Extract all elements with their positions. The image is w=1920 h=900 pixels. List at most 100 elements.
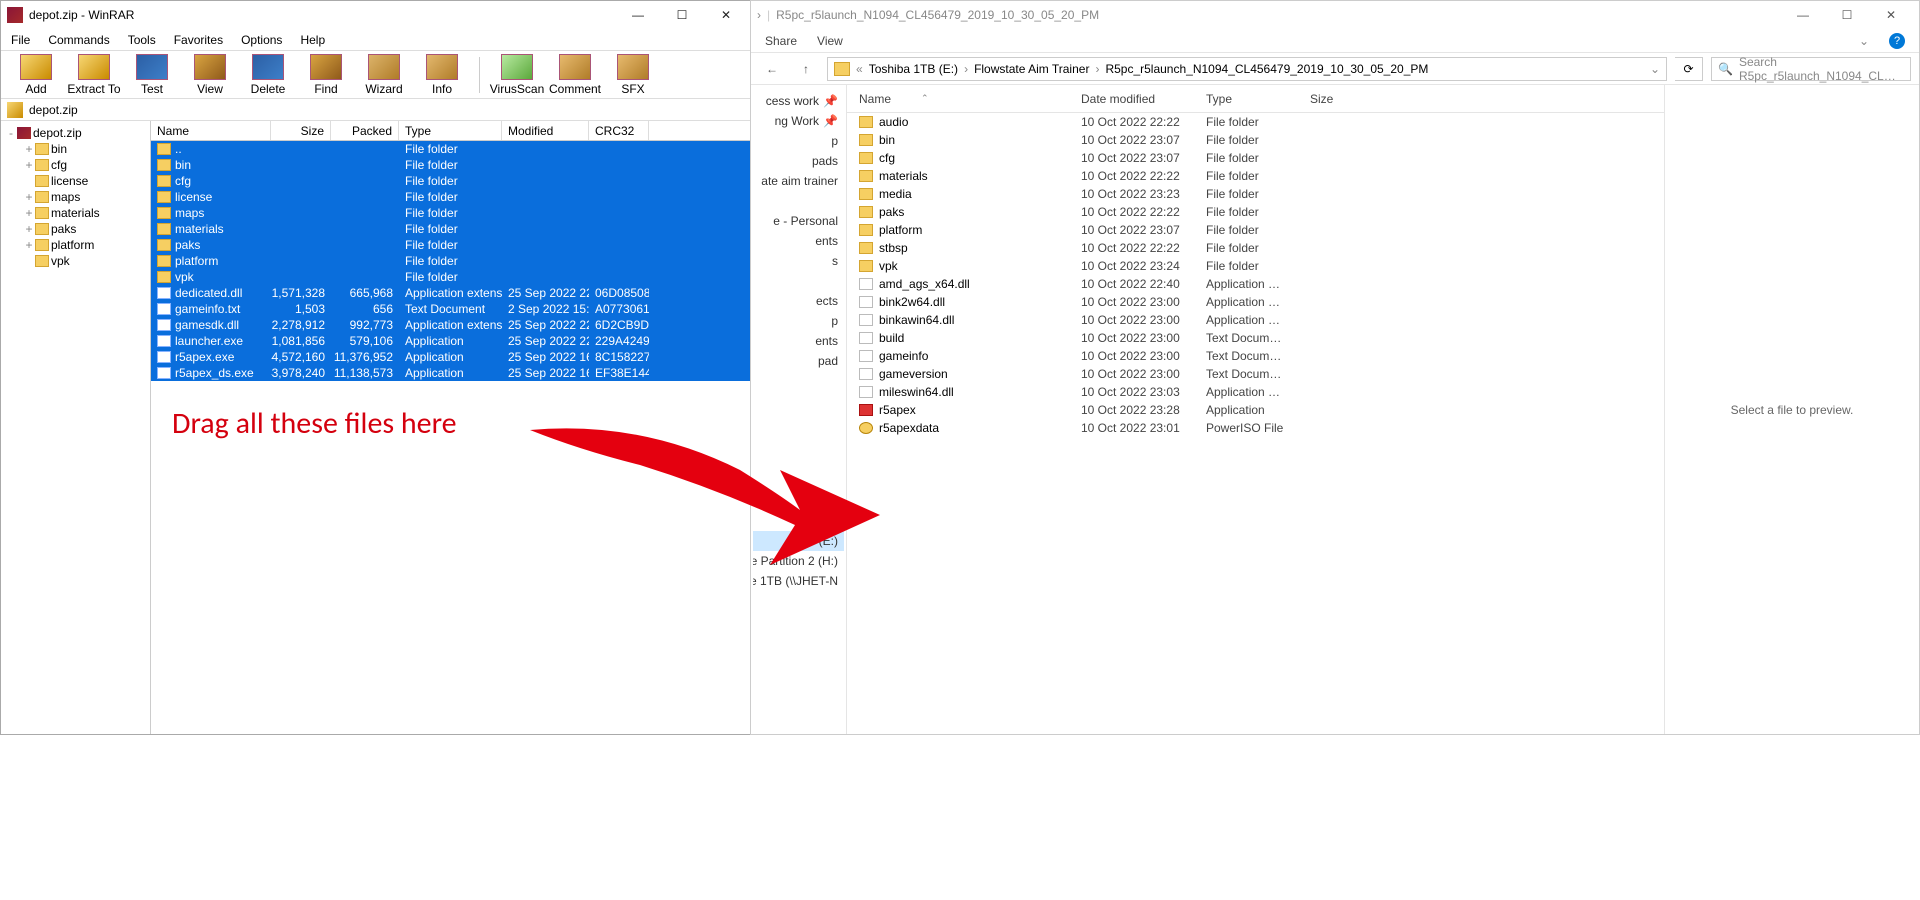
- toolbar-info[interactable]: Info: [415, 54, 469, 96]
- list-item[interactable]: mileswin64.dll10 Oct 2022 23:03Applicati…: [847, 383, 1664, 401]
- explorer-list-header[interactable]: Name⌃ Date modified Type Size: [847, 85, 1664, 113]
- col-size[interactable]: Size: [271, 121, 331, 140]
- list-item[interactable]: paks10 Oct 2022 22:22File folder: [847, 203, 1664, 221]
- menu-options[interactable]: Options: [241, 33, 282, 47]
- toolbar-sfx[interactable]: SFX: [606, 54, 660, 96]
- tree-item[interactable]: +materials: [3, 205, 148, 221]
- list-item[interactable]: materials10 Oct 2022 22:22File folder: [847, 167, 1664, 185]
- col-name[interactable]: Name: [151, 121, 271, 140]
- sidebar-item[interactable]: [753, 191, 844, 211]
- toolbar-find[interactable]: Find: [299, 54, 353, 96]
- winrar-titlebar[interactable]: depot.zip - WinRAR — ☐ ✕: [1, 1, 754, 29]
- list-item[interactable]: audio10 Oct 2022 22:22File folder: [847, 113, 1664, 131]
- maximize-button[interactable]: ☐: [660, 1, 704, 29]
- sidebar-item[interactable]: [753, 271, 844, 291]
- menu-help[interactable]: Help: [300, 33, 325, 47]
- list-item[interactable]: r5apexdata10 Oct 2022 23:01PowerISO File: [847, 419, 1664, 437]
- list-item[interactable]: dedicated.dll1,571,328665,968Application…: [151, 285, 754, 301]
- search-input[interactable]: 🔍 Search R5pc_r5launch_N1094_CL…: [1711, 57, 1911, 81]
- tab-share[interactable]: Share: [765, 34, 797, 48]
- close-button[interactable]: ✕: [704, 1, 748, 29]
- list-item[interactable]: binFile folder: [151, 157, 754, 173]
- sidebar-item[interactable]: ents: [753, 231, 844, 251]
- list-item[interactable]: gamesdk.dll2,278,912992,773Application e…: [151, 317, 754, 333]
- list-item[interactable]: r5apex_ds.exe43,978,24011,138,573Applica…: [151, 365, 754, 381]
- col-packed[interactable]: Packed: [331, 121, 399, 140]
- sidebar-item[interactable]: ects: [753, 291, 844, 311]
- col-type[interactable]: Type: [1194, 92, 1298, 106]
- list-item[interactable]: materialsFile folder: [151, 221, 754, 237]
- list-item[interactable]: amd_ags_x64.dll10 Oct 2022 22:40Applicat…: [847, 275, 1664, 293]
- col-size[interactable]: Size: [1298, 92, 1358, 106]
- tree-item[interactable]: +bin: [3, 141, 148, 157]
- sidebar-item[interactable]: ng Work 📌: [753, 111, 844, 131]
- list-item[interactable]: launcher.exe1,081,856579,106Application2…: [151, 333, 754, 349]
- list-item[interactable]: bink2w64.dll10 Oct 2022 23:00Application…: [847, 293, 1664, 311]
- tree-item[interactable]: vpk: [3, 253, 148, 269]
- sidebar-item[interactable]: e - Personal: [753, 211, 844, 231]
- menu-tools[interactable]: Tools: [128, 33, 156, 47]
- tree-item[interactable]: +cfg: [3, 157, 148, 173]
- sidebar-item[interactable]: pad: [753, 351, 844, 371]
- minimize-button[interactable]: —: [1781, 1, 1825, 29]
- toolbar-wizard[interactable]: Wizard: [357, 54, 411, 96]
- breadcrumb[interactable]: « Toshiba 1TB (E:) › Flowstate Aim Train…: [827, 57, 1667, 81]
- up-icon[interactable]: [7, 102, 23, 118]
- explorer-rows[interactable]: audio10 Oct 2022 22:22File folderbin10 O…: [847, 113, 1664, 437]
- list-item[interactable]: stbsp10 Oct 2022 22:22File folder: [847, 239, 1664, 257]
- winrar-list-header[interactable]: Name Size Packed Type Modified CRC32: [151, 121, 754, 141]
- toolbar-virusscan[interactable]: VirusScan: [490, 54, 544, 96]
- sidebar-item[interactable]: pads: [753, 151, 844, 171]
- tree-item[interactable]: +paks: [3, 221, 148, 237]
- explorer-titlebar[interactable]: › | R5pc_r5launch_N1094_CL456479_2019_10…: [751, 1, 1919, 29]
- list-item[interactable]: gameinfo10 Oct 2022 23:00Text Document: [847, 347, 1664, 365]
- expand-ribbon-icon[interactable]: ⌄: [1859, 34, 1869, 48]
- list-item[interactable]: platformFile folder: [151, 253, 754, 269]
- toolbar-comment[interactable]: Comment: [548, 54, 602, 96]
- tree-item[interactable]: +platform: [3, 237, 148, 253]
- list-item[interactable]: gameversion10 Oct 2022 23:00Text Documen…: [847, 365, 1664, 383]
- list-item[interactable]: vpk10 Oct 2022 23:24File folder: [847, 257, 1664, 275]
- toolbar-add[interactable]: Add: [9, 54, 63, 96]
- close-button[interactable]: ✕: [1869, 1, 1913, 29]
- col-name[interactable]: Name⌃: [847, 92, 1069, 106]
- maximize-button[interactable]: ☐: [1825, 1, 1869, 29]
- list-item[interactable]: vpkFile folder: [151, 269, 754, 285]
- toolbar-view[interactable]: View: [183, 54, 237, 96]
- nav-back-icon[interactable]: ←: [759, 57, 785, 81]
- list-item[interactable]: binkawin64.dll10 Oct 2022 23:00Applicati…: [847, 311, 1664, 329]
- sidebar-item[interactable]: Drive 1TB (\\JHET-N: [753, 571, 844, 591]
- toolbar-extract-to[interactable]: Extract To: [67, 54, 121, 96]
- sidebar-item[interactable]: ate aim trainer: [753, 171, 844, 191]
- tree-item[interactable]: license: [3, 173, 148, 189]
- winrar-tree[interactable]: -depot.zip+bin+cfglicense+maps+materials…: [1, 121, 151, 734]
- col-modified[interactable]: Modified: [502, 121, 589, 140]
- sidebar-item[interactable]: cess work 📌: [753, 91, 844, 111]
- menu-file[interactable]: File: [11, 33, 30, 47]
- list-item[interactable]: build10 Oct 2022 23:00Text Document: [847, 329, 1664, 347]
- sidebar-item[interactable]: ents: [753, 331, 844, 351]
- list-item[interactable]: mapsFile folder: [151, 205, 754, 221]
- list-item[interactable]: licenseFile folder: [151, 189, 754, 205]
- sidebar-item[interactable]: p: [753, 311, 844, 331]
- sidebar-item[interactable]: [753, 371, 844, 391]
- list-item[interactable]: gameinfo.txt1,503656Text Document2 Sep 2…: [151, 301, 754, 317]
- menu-commands[interactable]: Commands: [48, 33, 109, 47]
- list-item[interactable]: r5apex10 Oct 2022 23:28Application: [847, 401, 1664, 419]
- refresh-button[interactable]: ⟳: [1675, 57, 1703, 81]
- col-date[interactable]: Date modified: [1069, 92, 1194, 106]
- sidebar-item[interactable]: [753, 391, 844, 411]
- tree-item[interactable]: -depot.zip: [3, 125, 148, 141]
- help-icon[interactable]: ?: [1889, 33, 1905, 49]
- toolbar-delete[interactable]: Delete: [241, 54, 295, 96]
- list-item[interactable]: paksFile folder: [151, 237, 754, 253]
- tab-view[interactable]: View: [817, 34, 843, 48]
- list-item[interactable]: platform10 Oct 2022 23:07File folder: [847, 221, 1664, 239]
- winrar-pathbar[interactable]: depot.zip: [1, 99, 754, 121]
- sidebar-item[interactable]: s: [753, 251, 844, 271]
- list-item[interactable]: media10 Oct 2022 23:23File folder: [847, 185, 1664, 203]
- col-type[interactable]: Type: [399, 121, 502, 140]
- list-item[interactable]: bin10 Oct 2022 23:07File folder: [847, 131, 1664, 149]
- sidebar-item[interactable]: p: [753, 131, 844, 151]
- list-item[interactable]: ..File folder: [151, 141, 754, 157]
